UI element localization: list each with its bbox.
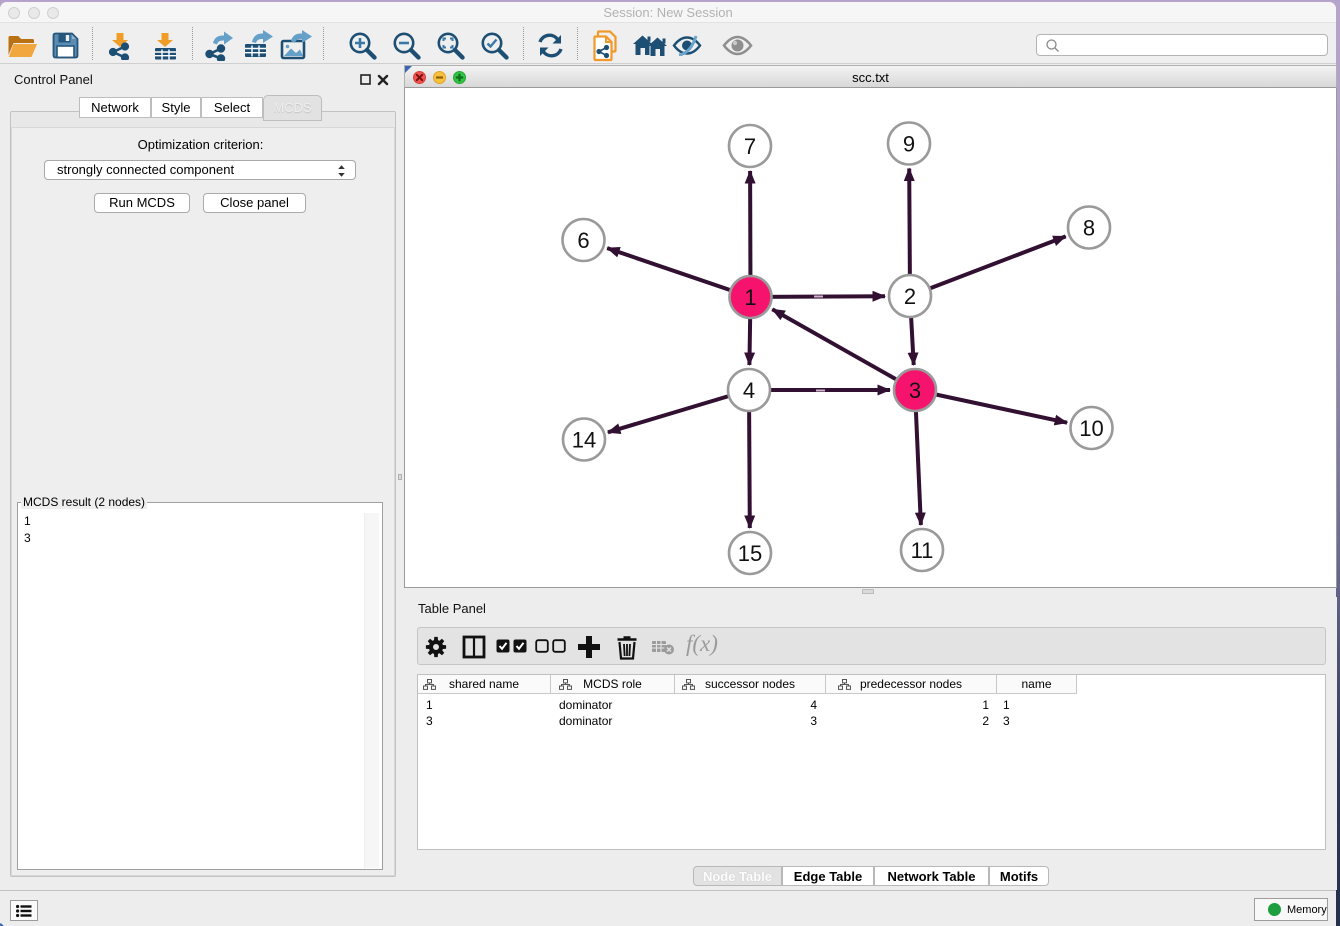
svg-text:14: 14	[572, 428, 596, 453]
svg-text:10: 10	[1079, 416, 1103, 441]
svg-text:11: 11	[911, 538, 934, 563]
svg-text:3: 3	[909, 378, 921, 403]
svg-text:1: 1	[744, 285, 756, 310]
svg-text:6: 6	[577, 228, 589, 253]
svg-text:8: 8	[1083, 216, 1095, 241]
svg-text:2: 2	[904, 284, 916, 309]
svg-text:15: 15	[738, 541, 762, 566]
svg-text:7: 7	[744, 134, 756, 159]
svg-text:9: 9	[903, 132, 915, 157]
svg-text:4: 4	[743, 378, 755, 403]
